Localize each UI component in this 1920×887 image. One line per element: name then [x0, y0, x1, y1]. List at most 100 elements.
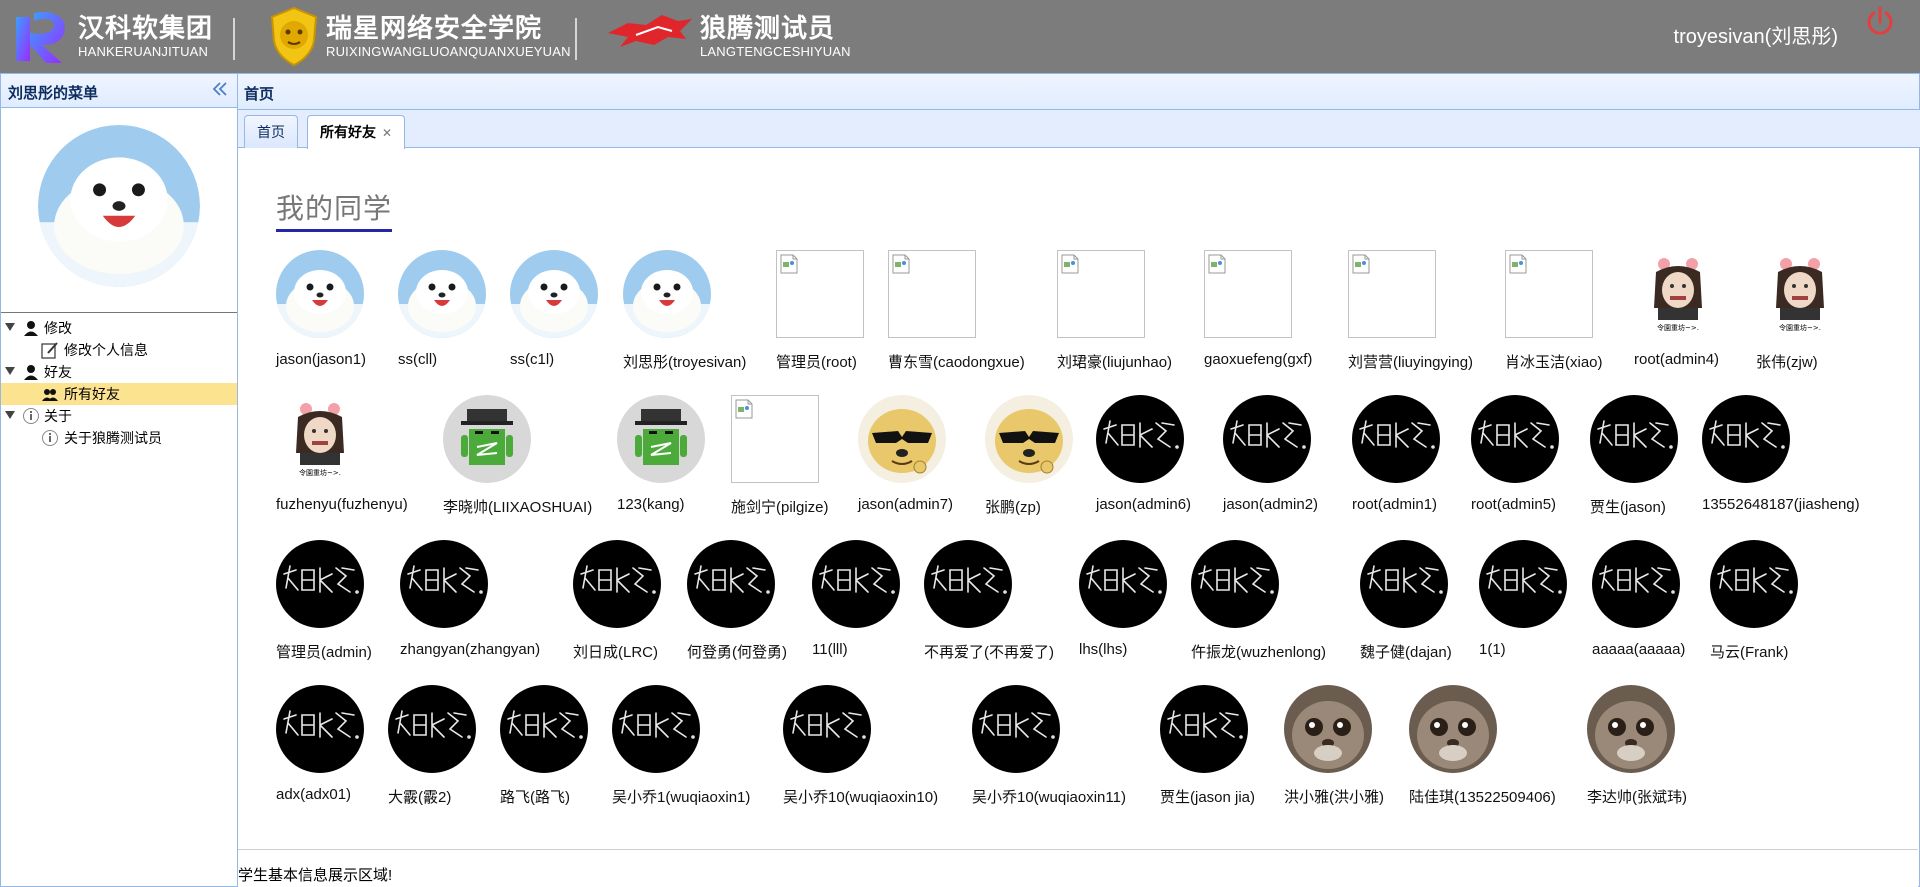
friend-avatar[interactable]	[1191, 540, 1279, 628]
friend-name: fuzhenyu(fuzhenyu)	[276, 496, 408, 513]
tree-node-label: 好友	[44, 364, 72, 380]
friend-name: 不再爱了(不再爱了)	[924, 644, 1054, 661]
broken-image-icon[interactable]	[888, 250, 976, 338]
brand-title: 汉科软集团	[78, 13, 214, 43]
friend-avatar[interactable]	[1160, 685, 1248, 773]
wolf-logo-icon	[608, 15, 692, 47]
friend-name: 李晓帅(LIIXAOSHUAI)	[443, 499, 593, 516]
friend-avatar[interactable]	[1223, 395, 1311, 483]
friend-name: 吴小乔1(wuqiaoxin1)	[612, 789, 751, 806]
tree-node-friends[interactable]: 好友	[1, 361, 237, 383]
brand-subtitle: RUIXINGWANGLUOANQUANXUEYUAN	[326, 44, 571, 59]
broken-image-icon[interactable]	[1057, 250, 1145, 338]
friend-name: root(admin4)	[1634, 351, 1720, 368]
tree-node-label: 修改	[44, 320, 72, 336]
tree-node-about-langteng[interactable]: 关于狼腾测试员	[1, 427, 237, 449]
main-panel-title: 首页	[244, 86, 275, 103]
tree-node-about[interactable]: 关于	[1, 405, 237, 427]
header-divider	[233, 18, 235, 60]
friend-avatar[interactable]	[276, 540, 364, 628]
friend-name: 李达帅(张斌玮)	[1587, 789, 1687, 806]
friend-avatar[interactable]	[617, 395, 705, 483]
friend-avatar[interactable]	[1360, 540, 1448, 628]
friend-name: 吴小乔10(wuqiaoxin11)	[972, 789, 1126, 806]
friend-avatar[interactable]: 令園重坊~>.	[1634, 250, 1722, 338]
current-user-label: troyesivan(刘思彤)	[1673, 26, 1838, 48]
friend-name: 吴小乔10(wuqiaoxin10)	[783, 789, 939, 806]
tab-label: 所有好友	[320, 124, 376, 140]
friend-name: 13552648187(jiasheng)	[1702, 496, 1860, 513]
section-heading: 我的同学	[276, 187, 393, 232]
expand-triangle-icon[interactable]	[5, 323, 15, 331]
friend-avatar[interactable]	[623, 250, 711, 338]
sidebar: 刘思彤的菜单 修改 修改个人信息 好友 所有好友 关于 关于狼腾测试员	[0, 73, 238, 887]
friend-avatar[interactable]	[443, 395, 531, 483]
friend-avatar[interactable]	[1702, 395, 1790, 483]
friend-name: ss(cll)	[398, 351, 438, 368]
friend-name: 何登勇(何登勇)	[687, 644, 787, 661]
friend-avatar[interactable]	[1079, 540, 1167, 628]
tree-node-edit-profile[interactable]: 修改个人信息	[1, 339, 237, 361]
friend-avatar[interactable]	[573, 540, 661, 628]
friend-avatar[interactable]	[858, 395, 946, 483]
close-icon[interactable]: ✕	[382, 126, 392, 140]
friend-avatar[interactable]	[1710, 540, 1798, 628]
friend-avatar[interactable]	[985, 395, 1073, 483]
friend-avatar[interactable]	[388, 685, 476, 773]
friend-avatar[interactable]	[1479, 540, 1567, 628]
friend-avatar[interactable]	[1409, 685, 1497, 773]
friend-avatar[interactable]	[972, 685, 1060, 773]
expand-triangle-icon[interactable]	[5, 411, 15, 419]
friend-avatar[interactable]: 令園重坊~>.	[1756, 250, 1844, 338]
friend-avatar[interactable]	[924, 540, 1012, 628]
group-icon	[42, 389, 58, 401]
tab-home[interactable]: 首页	[244, 115, 298, 148]
friend-avatar[interactable]	[1284, 685, 1372, 773]
friend-avatar[interactable]	[612, 685, 700, 773]
friend-avatar[interactable]	[1096, 395, 1184, 483]
app-header: 汉科软集团 HANKERUANJITUAN 瑞星网络安全学院 RUIXINGWA…	[0, 0, 1920, 73]
friend-avatar[interactable]: 令園重坊~>.	[276, 395, 364, 483]
friend-avatar[interactable]	[1352, 395, 1440, 483]
expand-triangle-icon[interactable]	[5, 367, 15, 375]
broken-image-icon[interactable]	[1348, 250, 1436, 338]
friend-name: 11(lll)	[812, 641, 848, 658]
friend-avatar[interactable]	[687, 540, 775, 628]
friend-avatar[interactable]	[1471, 395, 1559, 483]
friend-avatar[interactable]	[1590, 395, 1678, 483]
edit-icon	[41, 342, 58, 359]
friend-avatar[interactable]	[510, 250, 598, 338]
friend-name: 1(1)	[1479, 641, 1506, 658]
friend-avatar[interactable]	[783, 685, 871, 773]
broken-image-icon[interactable]	[776, 250, 864, 338]
broken-image-icon[interactable]	[731, 395, 819, 483]
tree-node-all-friends[interactable]: 所有好友	[1, 383, 237, 405]
info-icon	[42, 430, 58, 446]
user-icon	[24, 321, 38, 336]
tree-node-label: 关于狼腾测试员	[64, 430, 162, 446]
friend-avatar[interactable]	[276, 685, 364, 773]
friend-name: ss(c1l)	[510, 351, 555, 368]
brand-title: 瑞星网络安全学院	[326, 13, 543, 43]
tree-node-modify[interactable]: 修改	[1, 317, 237, 339]
friend-avatar[interactable]	[812, 540, 900, 628]
double-chevron-left-icon[interactable]	[211, 80, 229, 98]
tab-all-friends[interactable]: 所有好友 ✕	[307, 115, 406, 149]
tab-bar: 首页 所有好友 ✕	[238, 110, 1920, 149]
svg-text:令園重坊~>.: 令園重坊~>.	[1779, 323, 1821, 332]
friend-name: 马云(Frank)	[1710, 644, 1789, 661]
main-panel-header: 首页	[238, 74, 1919, 110]
broken-image-icon[interactable]	[1204, 250, 1292, 338]
friend-avatar[interactable]	[1587, 685, 1675, 773]
hankeruan-logo-icon	[16, 12, 65, 63]
friend-name: lhs(lhs)	[1079, 641, 1128, 658]
friend-avatar[interactable]	[500, 685, 588, 773]
friend-avatar[interactable]	[400, 540, 488, 628]
friend-avatar[interactable]	[1592, 540, 1680, 628]
power-icon[interactable]	[1864, 6, 1896, 38]
friend-name: 123(kang)	[617, 496, 685, 513]
friend-name: 刘思彤(troyesivan)	[623, 354, 747, 371]
friend-avatar[interactable]	[398, 250, 486, 338]
broken-image-icon[interactable]	[1505, 250, 1593, 338]
friend-avatar[interactable]	[276, 250, 364, 338]
